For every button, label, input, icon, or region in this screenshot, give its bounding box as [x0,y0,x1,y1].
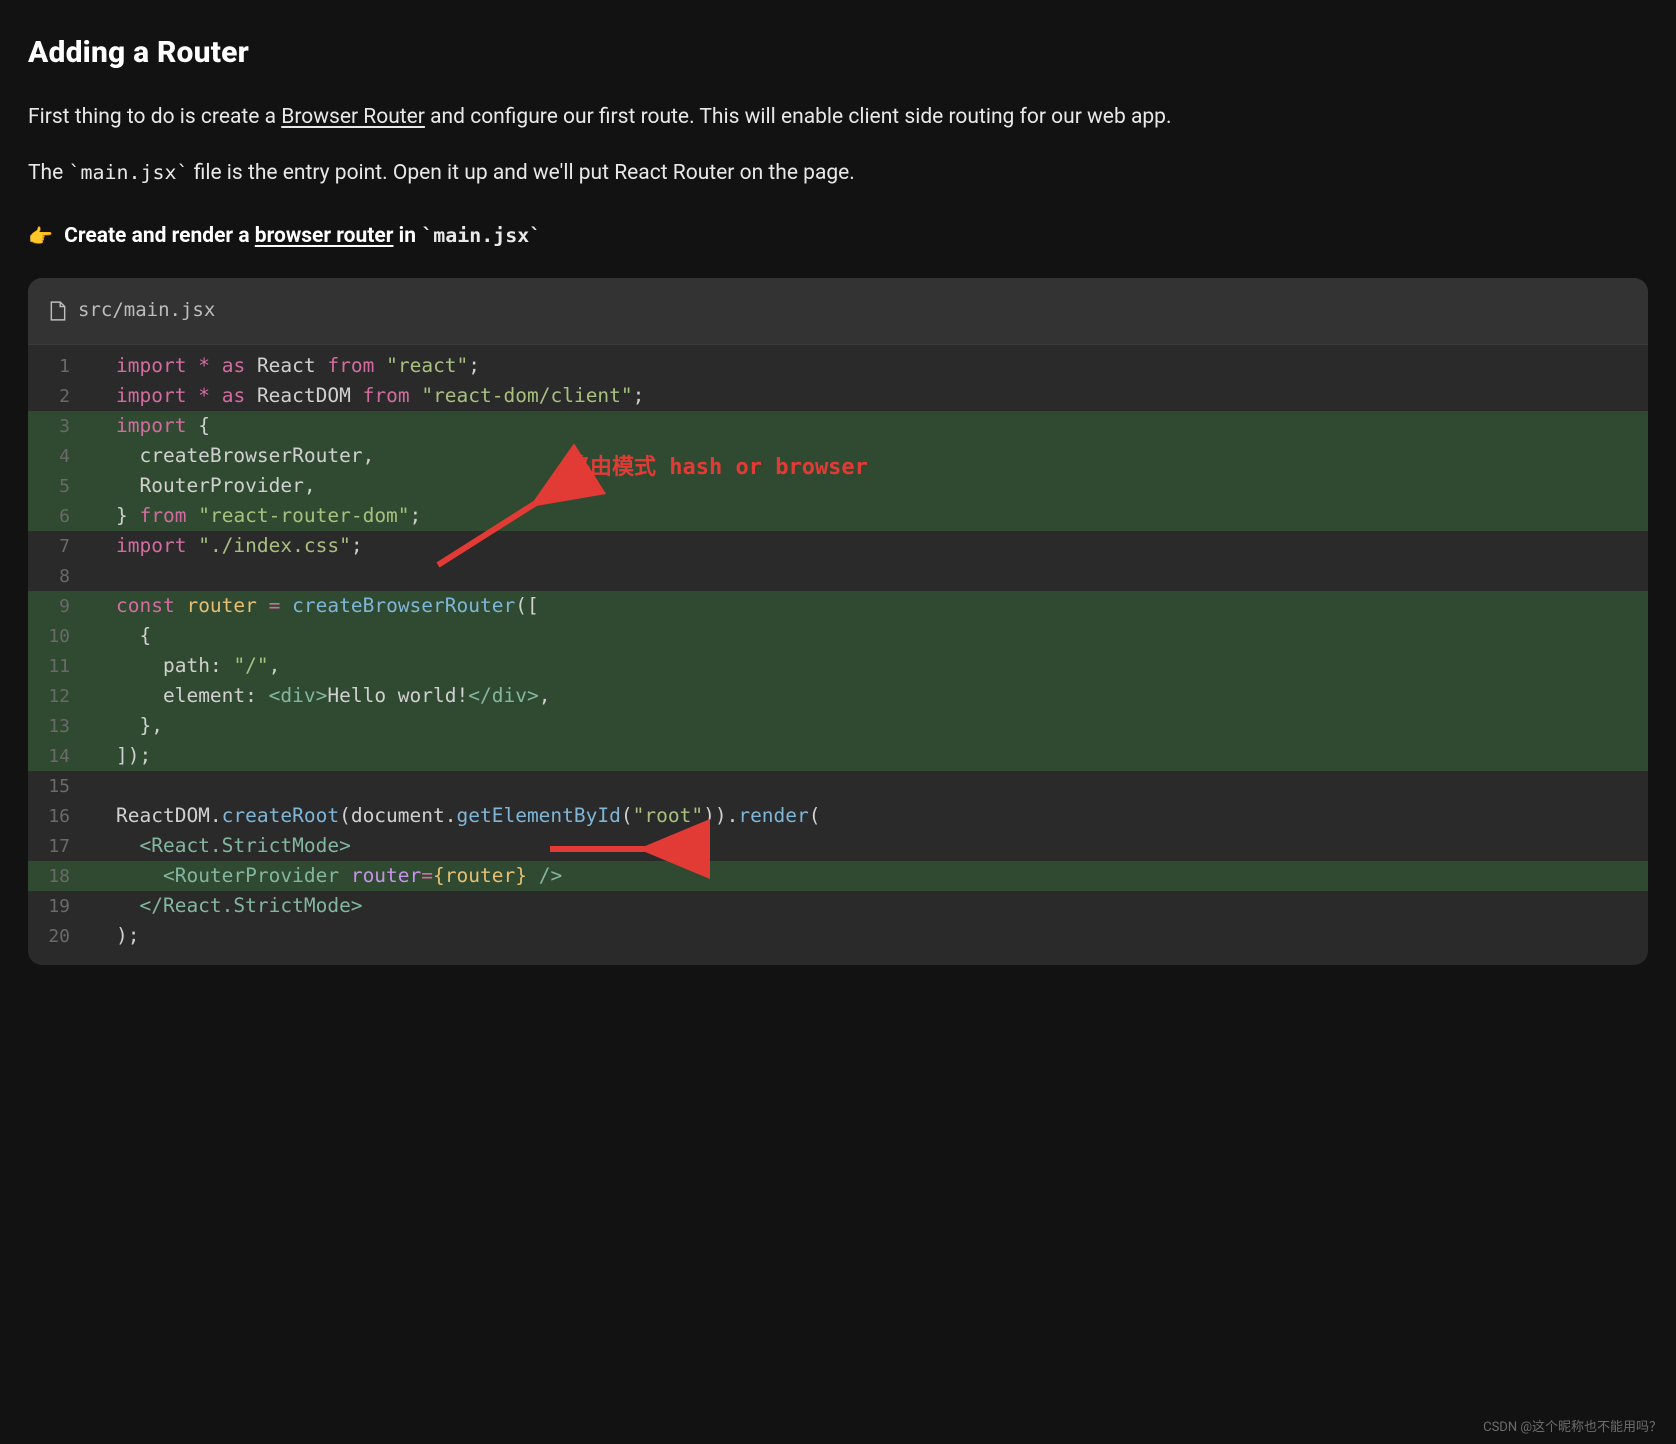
code-header: src/main.jsx [28,278,1648,344]
code-line: 13 }, [28,711,1648,741]
code-line: 20); [28,921,1648,951]
browser-router-step-link[interactable]: browser router [255,224,394,248]
code-line: 19 </React.StrictMode> [28,891,1648,921]
code-line: 6} from "react-router-dom"; [28,501,1648,531]
step-instruction: 👉 Create and render a browser router in … [28,220,1648,253]
code-line: 16ReactDOM.createRoot(document.getElemen… [28,801,1648,831]
main-jsx-code: `main.jsx` [68,160,188,184]
pointing-hand-icon: 👉 [28,224,53,248]
code-line: 5 RouterProvider, [28,471,1648,501]
intro-post: and configure our first route. This will… [425,105,1172,129]
watermark: CSDN @这个昵称也不能用吗？ [1483,1418,1662,1438]
code-line: 3import { [28,411,1648,441]
code-line: 9const router = createBrowserRouter([ [28,591,1648,621]
code-block: src/main.jsx 路由模式 hash or browser 1impor… [28,278,1648,964]
code-line: 4 createBrowserRouter, [28,441,1648,471]
code-line: 14]); [28,741,1648,771]
para2-pre: The [28,161,68,185]
code-line: 17 <React.StrictMode> [28,831,1648,861]
code-line: 11 path: "/", [28,651,1648,681]
entry-point-paragraph: The `main.jsx` file is the entry point. … [28,157,1648,190]
code-line: 1import * as React from "react"; [28,351,1648,381]
code-filename: src/main.jsx [78,296,215,325]
intro-paragraph: First thing to do is create a Browser Ro… [28,101,1648,134]
main-jsx-code-step: `main.jsx` [421,223,541,247]
para2-post: file is the entry point. Open it up and … [189,161,855,185]
code-line: 7import "./index.css"; [28,531,1648,561]
step-mid: in [393,224,421,248]
browser-router-link[interactable]: Browser Router [281,105,425,129]
page-heading: Adding a Router [28,0,1648,77]
code-line: 2import * as ReactDOM from "react-dom/cl… [28,381,1648,411]
code-line: 12 element: <div>Hello world!</div>, [28,681,1648,711]
step-pre: Create and render a [59,224,255,248]
intro-pre: First thing to do is create a [28,105,281,129]
code-line: 8 [28,561,1648,591]
file-icon [50,301,66,321]
code-line: 15 [28,771,1648,801]
code-body: 路由模式 hash or browser 1import * as React … [28,345,1648,965]
code-line: 18 <RouterProvider router={router} /> [28,861,1648,891]
code-line: 10 { [28,621,1648,651]
